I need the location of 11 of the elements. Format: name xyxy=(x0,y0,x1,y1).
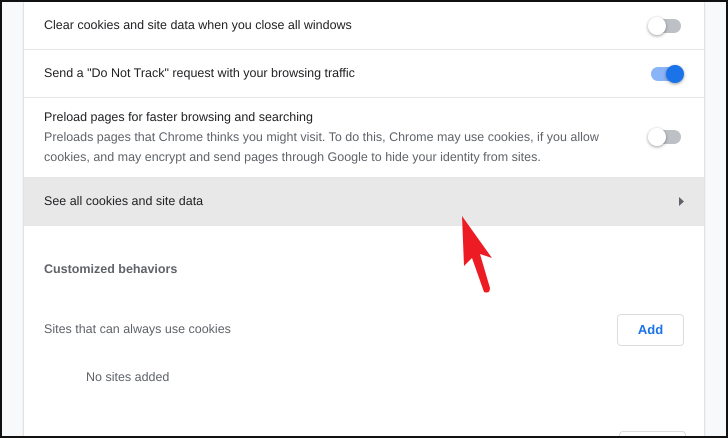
link-label[interactable]: See all cookies and site data xyxy=(44,192,679,211)
settings-link-row[interactable]: See all cookies and site data xyxy=(24,178,704,226)
setting-label: Preload pages for faster browsing and searching xyxy=(44,109,314,126)
group-label: Sites that can always use cookies xyxy=(44,321,232,338)
setting-description: Preloads pages that Chrome thinks you might visit. To do this, Chrome may use cookies, if you allow cookies, and may encrypt and send pages through Google to hide your identity from sites. xyxy=(44,128,600,166)
setting-label: Clear cookies and site data when you close all windows xyxy=(44,17,353,34)
add-button[interactable]: Add xyxy=(617,314,684,346)
section-heading: Customized behaviors xyxy=(44,262,178,276)
empty-message: No sites added xyxy=(85,368,170,386)
chevron-right-icon xyxy=(679,196,684,206)
setting-label: Send a "Do Not Track" request with your browsing traffic xyxy=(44,65,356,82)
